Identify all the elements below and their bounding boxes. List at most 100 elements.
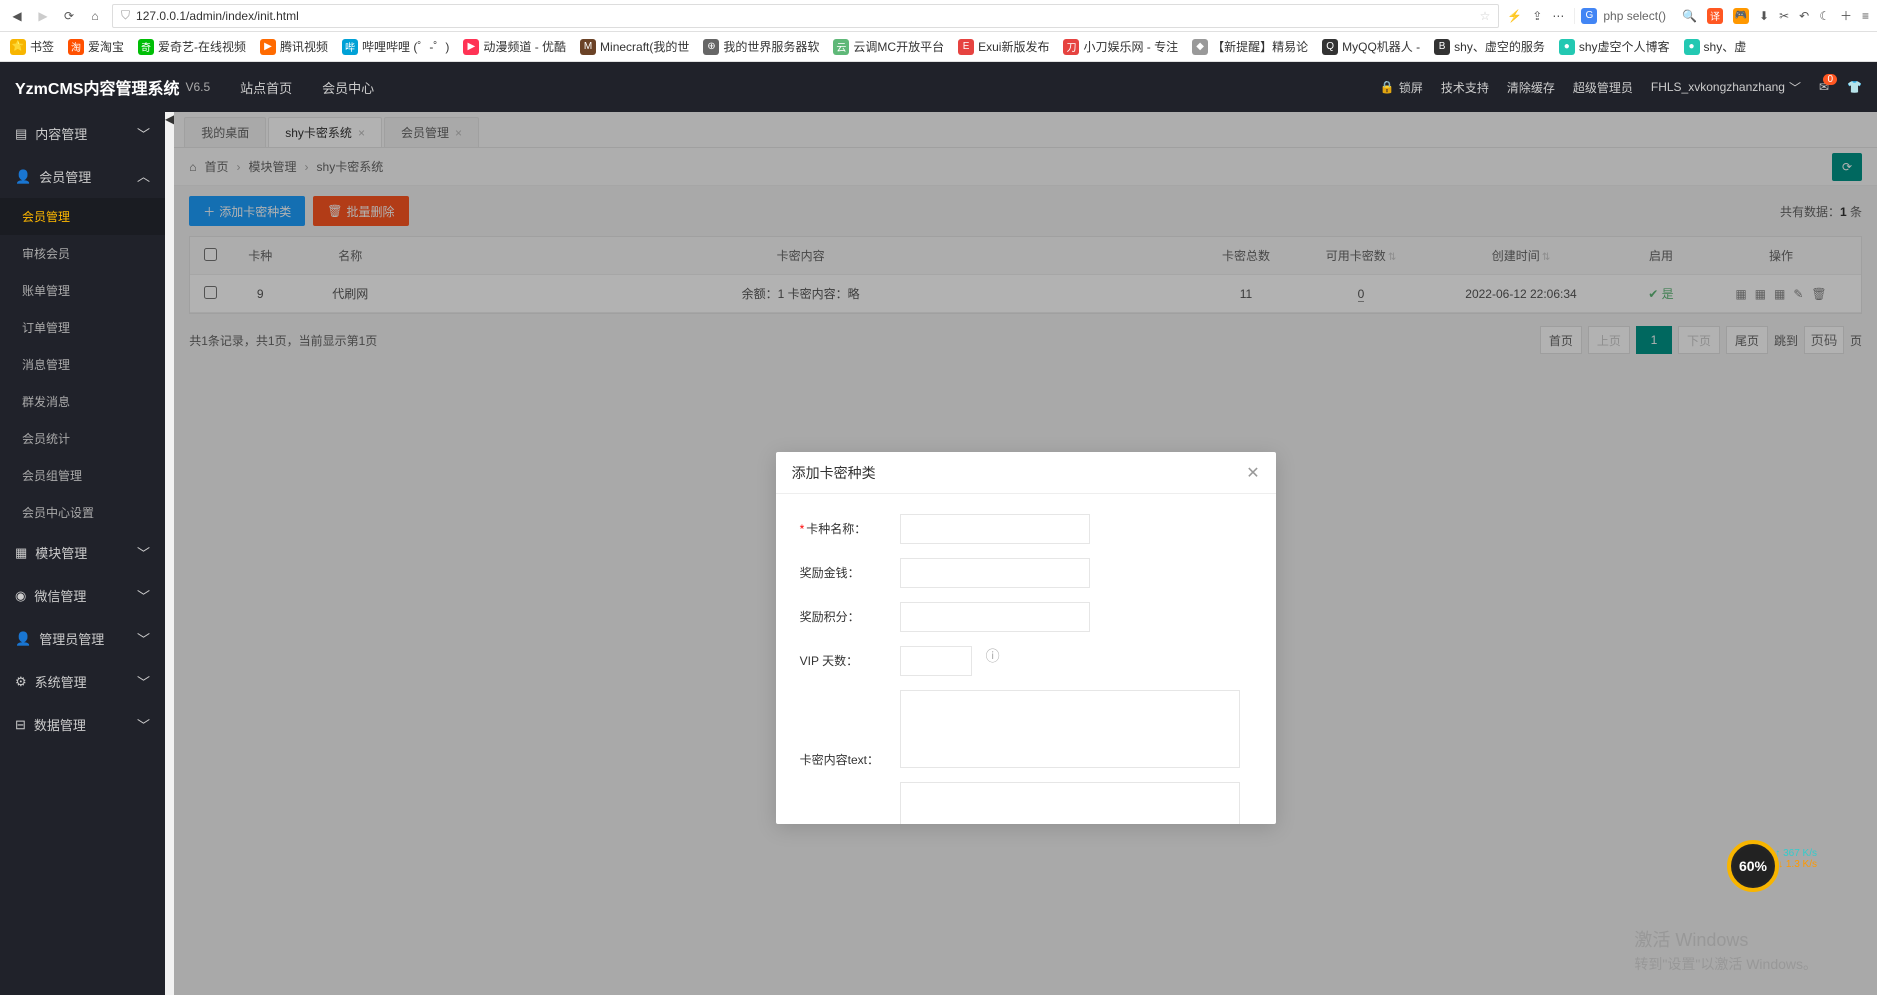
textarea-intro[interactable]: [900, 782, 1240, 824]
header-menu-home[interactable]: 站点首页: [240, 78, 292, 97]
sidebar-group[interactable]: ▤内容管理﹀: [0, 112, 165, 155]
sidebar-collapse-icon[interactable]: ◀: [165, 112, 174, 995]
home-icon[interactable]: ⌂: [86, 7, 104, 25]
sidebar-label: 模块管理: [35, 543, 87, 562]
sidebar-label: 管理员管理: [39, 629, 104, 648]
lock-button[interactable]: 🔒 锁屏: [1380, 79, 1423, 96]
bookmark-item[interactable]: QMyQQ机器人 -: [1322, 38, 1420, 55]
sidebar-group[interactable]: ◉微信管理﹀: [0, 574, 165, 617]
sidebar-group[interactable]: ⊟数据管理﹀: [0, 703, 165, 746]
browser-search[interactable]: G php select(): [1574, 8, 1672, 24]
app-version: V6.5: [185, 80, 210, 94]
url-bar[interactable]: ⛉ 127.0.0.1/admin/index/init.html ☆: [112, 4, 1499, 28]
game-icon[interactable]: 🎮: [1733, 8, 1749, 24]
input-vip[interactable]: [900, 646, 972, 676]
sidebar-icon: ▤: [15, 126, 27, 142]
sidebar-group[interactable]: 👤会员管理﹀: [0, 155, 165, 198]
bookmark-icon: 刀: [1063, 39, 1079, 55]
moon-icon[interactable]: ☾: [1819, 9, 1830, 23]
search-engine-icon: G: [1581, 8, 1597, 24]
upload-rate: ↑ 367 K/s: [1775, 848, 1817, 859]
bookmark-item[interactable]: ⊕我的世界服务器软: [703, 38, 819, 55]
back-icon[interactable]: ◀: [8, 7, 26, 25]
more-icon[interactable]: ⋯: [1552, 9, 1564, 23]
chevron-down-icon: ﹀: [137, 586, 150, 605]
bookmark-label: 书签: [30, 38, 54, 55]
bookmark-label: Minecraft(我的世: [600, 38, 689, 55]
bookmark-item[interactable]: ▶腾讯视频: [260, 38, 328, 55]
sidebar-subitem[interactable]: 群发消息: [0, 383, 165, 420]
tech-support-link[interactable]: 技术支持: [1441, 79, 1489, 96]
bookmark-label: 爱淘宝: [88, 38, 124, 55]
sidebar-subitem[interactable]: 会员统计: [0, 420, 165, 457]
sidebar-subitem[interactable]: 消息管理: [0, 346, 165, 383]
speed-widget: 60% ↑ 367 K/s ↓ 1.3 K/s: [1727, 840, 1817, 895]
bookmark-icon: E: [958, 39, 974, 55]
bookmark-label: 我的世界服务器软: [723, 38, 819, 55]
browser-chrome: ◀ ▶ ⟳ ⌂ ⛉ 127.0.0.1/admin/index/init.htm…: [0, 0, 1877, 32]
undo-icon[interactable]: ↶: [1799, 9, 1809, 23]
reload-icon[interactable]: ⟳: [60, 7, 78, 25]
admin-label: 超级管理员: [1573, 79, 1633, 96]
bookmark-item[interactable]: 奇爱奇艺-在线视频: [138, 38, 246, 55]
forward-icon[interactable]: ▶: [34, 7, 52, 25]
user-icon[interactable]: 👕: [1847, 80, 1862, 94]
bookmark-icon: ◆: [1192, 39, 1208, 55]
help-icon[interactable]: ⓘ: [986, 646, 1000, 666]
translate-icon[interactable]: 译: [1707, 8, 1723, 24]
sidebar-subitem[interactable]: 会员管理: [0, 198, 165, 235]
admin-user-dropdown[interactable]: FHLS_xvkongzhanzhang ﹀: [1651, 79, 1801, 96]
label-name: *卡种名称：: [800, 514, 890, 537]
chevron-down-icon: ﹀: [137, 543, 150, 562]
shield-icon: ⛉: [121, 8, 130, 23]
bookmark-item[interactable]: ◆【新提醒】精易论: [1192, 38, 1308, 55]
sidebar-subitem[interactable]: 账单管理: [0, 272, 165, 309]
bookmark-item[interactable]: MMinecraft(我的世: [580, 38, 689, 55]
sidebar-group[interactable]: 👤管理员管理﹀: [0, 617, 165, 660]
input-name[interactable]: [900, 514, 1090, 544]
bookmark-label: MyQQ机器人 -: [1342, 38, 1420, 55]
bookmark-icon: B: [1434, 39, 1450, 55]
bookmark-icon: 奇: [138, 39, 154, 55]
message-icon[interactable]: ✉0: [1819, 80, 1829, 94]
header-menu-member[interactable]: 会员中心: [322, 78, 374, 97]
bookmark-item[interactable]: ⭐书签: [10, 38, 54, 55]
scissors-icon[interactable]: ✂: [1779, 9, 1789, 23]
bookmark-item[interactable]: Bshy、虚空的服务: [1434, 38, 1545, 55]
browser-right-icons: ⚡ ⇪ ⋯ G php select() 🔍 译 🎮 ⬇ ✂ ↶ ☾ ＋ ≡: [1507, 7, 1869, 24]
bookmark-label: 云调MC开放平台: [853, 38, 944, 55]
sidebar-label: 内容管理: [35, 124, 87, 143]
sidebar-subitem[interactable]: 会员中心设置: [0, 494, 165, 531]
bookmark-label: 小刀娱乐网 - 专注: [1083, 38, 1178, 55]
sidebar-group[interactable]: ▦模块管理﹀: [0, 531, 165, 574]
bookmark-icon: ⊕: [703, 39, 719, 55]
input-points[interactable]: [900, 602, 1090, 632]
download-rate: ↓ 1.3 K/s: [1775, 859, 1817, 870]
input-money[interactable]: [900, 558, 1090, 588]
bookmark-item[interactable]: ▶动漫频道 - 优酷: [463, 38, 566, 55]
bookmark-item[interactable]: EExui新版发布: [958, 38, 1049, 55]
flash-icon[interactable]: ⚡: [1507, 9, 1522, 23]
star-icon[interactable]: ☆: [1480, 9, 1491, 23]
bookmark-item[interactable]: 淘爱淘宝: [68, 38, 124, 55]
download-icon[interactable]: ⬇: [1759, 9, 1769, 23]
bookmark-item[interactable]: ●shy、虚: [1684, 38, 1747, 55]
bookmark-item[interactable]: 云云调MC开放平台: [833, 38, 944, 55]
bookmark-item[interactable]: 哔哔哩哔哩 (゜-゜): [342, 38, 449, 55]
sidebar-subitem[interactable]: 审核会员: [0, 235, 165, 272]
search-icon[interactable]: 🔍: [1682, 9, 1697, 23]
textarea-content[interactable]: [900, 690, 1240, 768]
label-content: 卡密内容text：: [800, 745, 890, 768]
share-icon[interactable]: ⇪: [1532, 9, 1542, 23]
plus-icon[interactable]: ＋: [1840, 7, 1852, 24]
close-icon[interactable]: ✕: [1246, 463, 1259, 483]
clear-cache-link[interactable]: 清除缓存: [1507, 79, 1555, 96]
bookmark-item[interactable]: 刀小刀娱乐网 - 专注: [1063, 38, 1178, 55]
bookmark-label: 腾讯视频: [280, 38, 328, 55]
bookmark-item[interactable]: ●shy虚空个人博客: [1559, 38, 1670, 55]
sidebar-group[interactable]: ⚙系统管理﹀: [0, 660, 165, 703]
menu-icon[interactable]: ≡: [1862, 9, 1869, 23]
sidebar-subitem[interactable]: 订单管理: [0, 309, 165, 346]
chevron-down-icon: ﹀: [137, 167, 150, 186]
sidebar-subitem[interactable]: 会员组管理: [0, 457, 165, 494]
